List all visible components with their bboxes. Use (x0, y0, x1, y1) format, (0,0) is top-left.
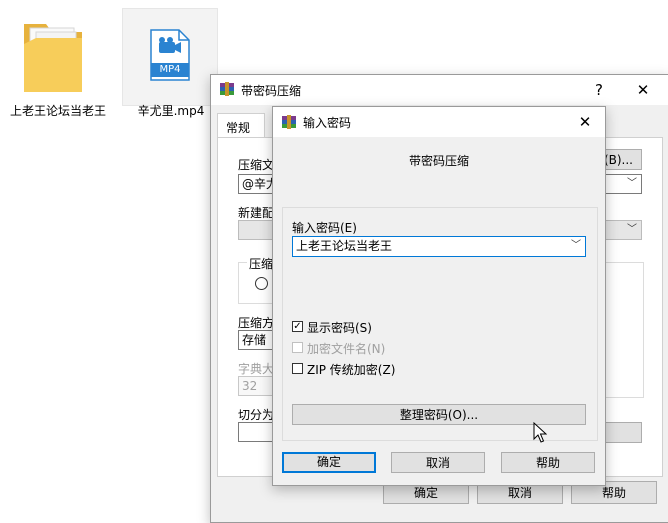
context-help-button[interactable]: ? (577, 75, 621, 105)
winrar-icon (219, 81, 235, 97)
password-cancel-button[interactable]: 取消 (391, 452, 485, 473)
password-dialog-titlebar: 输入密码 ✕ (273, 107, 605, 137)
password-label: 输入密码(E) (292, 221, 357, 235)
chevron-down-icon[interactable]: ﹀ (627, 175, 637, 193)
method-value: 存储 (242, 333, 267, 347)
zip-legacy-label[interactable]: ZIP 传统加密(Z) (307, 361, 395, 378)
archive-name-label: 压缩文 (238, 158, 275, 172)
password-group: 输入密码(E) 上老王论坛当老王 ﹀ ✓ 显示密码(S) 加密文件名(N) ZI… (282, 207, 598, 441)
winrar-icon (281, 114, 297, 130)
tab-general[interactable]: 常规 (217, 113, 265, 138)
browse-button-label: (B)... (603, 153, 633, 167)
password-input[interactable]: 上老王论坛当老王 ﹀ (292, 236, 586, 257)
encrypt-names-checkbox (292, 342, 303, 353)
zip-legacy-checkbox[interactable] (292, 363, 303, 374)
format-group-label: 压缩 (247, 255, 276, 272)
dict-size-label: 字典大 (238, 362, 275, 376)
chevron-down-icon[interactable]: ﹀ (627, 221, 637, 239)
dict-size-value: 32 (242, 379, 258, 393)
archive-dialog-titlebar: 带密码压缩 ? ✕ (211, 75, 668, 105)
folder-label[interactable]: 上老王论坛当老王 (10, 104, 106, 119)
password-close-button[interactable]: ✕ (567, 107, 603, 137)
video-file-icon: MP4 (150, 29, 190, 81)
folder-icon[interactable] (20, 14, 86, 100)
password-ok-button[interactable]: 确定 (282, 452, 376, 473)
password-help-button[interactable]: 帮助 (501, 452, 595, 473)
password-value: 上老王论坛当老王 (296, 239, 393, 253)
mp4-file-tile[interactable]: MP4 (122, 8, 218, 106)
show-password-checkbox[interactable]: ✓ (292, 321, 303, 332)
mp4-file-label[interactable]: 辛尤里.mp4 (125, 104, 217, 119)
password-dialog-title: 输入密码 (303, 116, 352, 130)
password-dialog: 输入密码 ✕ 带密码压缩 输入密码(E) 上老王论坛当老王 ﹀ ✓ 显示密码(S… (272, 106, 606, 486)
mouse-cursor-icon (533, 421, 548, 444)
chevron-down-icon[interactable]: ﹀ (571, 237, 581, 255)
archive-close-button[interactable]: ✕ (621, 75, 665, 105)
method-label: 压缩方 (238, 316, 275, 330)
tab-general-label: 常规 (226, 121, 251, 135)
split-label: 切分为 (238, 408, 275, 422)
profile-label: 新建配 (238, 206, 275, 220)
archive-dialog-title: 带密码压缩 (241, 84, 302, 98)
show-password-label[interactable]: 显示密码(S) (307, 319, 372, 336)
password-dialog-heading: 带密码压缩 (408, 154, 469, 168)
format-radio[interactable] (255, 277, 268, 290)
encrypt-names-label: 加密文件名(N) (307, 342, 386, 356)
mp4-badge: MP4 (159, 64, 181, 75)
